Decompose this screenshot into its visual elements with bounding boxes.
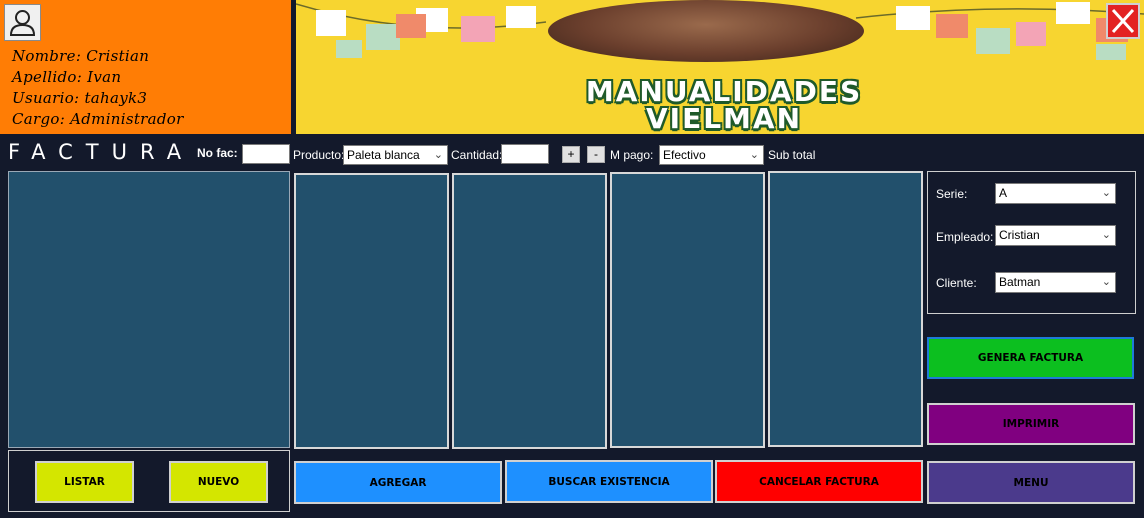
user-usuario: Usuario: tahayk3 [12, 89, 148, 107]
mpago-label: M pago: [610, 148, 654, 162]
list-actions-panel: LISTAR NUEVO [8, 450, 290, 512]
producto-select-value: Paleta blanca [347, 148, 420, 162]
user-cargo: Cargo: Administrador [12, 110, 184, 128]
empleado-select-value: Cristian [999, 228, 1040, 242]
close-button[interactable] [1106, 3, 1140, 39]
cliente-select-value: Batman [999, 275, 1041, 289]
imprimir-button[interactable]: IMPRIMIR [927, 403, 1135, 445]
cliente-select[interactable]: Batman ⌄ [995, 272, 1116, 293]
banner-title-line2: VIELMAN [645, 102, 803, 134]
store-banner: MANUALIDADES VIELMAN [296, 0, 1144, 134]
cantidad-input[interactable] [501, 144, 549, 164]
nuevo-button[interactable]: NUEVO [169, 461, 268, 503]
chevron-down-icon: ⌄ [433, 149, 443, 161]
cantidad-label: Cantidad: [451, 148, 503, 162]
producto-select[interactable]: Paleta blanca ⌄ [343, 145, 448, 165]
quantity-list[interactable] [452, 173, 607, 449]
decrement-button[interactable]: - [587, 146, 605, 163]
mpago-select-value: Efectivo [663, 148, 706, 162]
agregar-button[interactable]: AGREGAR [294, 461, 502, 504]
banner-title: MANUALIDADES VIELMAN [496, 75, 952, 134]
close-icon [1111, 8, 1135, 34]
user-avatar-button[interactable] [4, 4, 41, 41]
menu-button[interactable]: MENU [927, 461, 1135, 504]
empleado-select[interactable]: Cristian ⌄ [995, 225, 1116, 246]
nofac-input[interactable] [242, 144, 290, 164]
producto-label: Producto: [293, 148, 345, 162]
product-list[interactable] [294, 173, 449, 449]
genera-factura-button[interactable]: GENERA FACTURA [927, 337, 1134, 379]
subtotal-list[interactable] [768, 171, 923, 447]
invoice-details-panel: Serie: A ⌄ Empleado: Cristian ⌄ Cliente:… [927, 171, 1136, 314]
user-apellido: Apellido: Ivan [12, 68, 122, 86]
listar-button[interactable]: LISTAR [35, 461, 134, 503]
cancelar-factura-button[interactable]: CANCELAR FACTURA [715, 460, 923, 503]
empleado-label: Empleado: [936, 230, 994, 244]
user-info-panel: Nombre: Cristian Apellido: Ivan Usuario:… [0, 0, 291, 134]
user-icon [9, 10, 36, 36]
mpago-select[interactable]: Efectivo ⌄ [659, 145, 764, 165]
buscar-existencia-button[interactable]: BUSCAR EXISTENCIA [505, 460, 713, 503]
invoice-list[interactable] [8, 171, 290, 448]
cliente-label: Cliente: [936, 276, 977, 290]
factura-title: FACTURA [8, 140, 195, 164]
nofac-label: No fac: [197, 146, 238, 160]
chevron-down-icon: ⌄ [1101, 276, 1111, 288]
banner-logo-image [548, 0, 864, 62]
banner-title-line1: MANUALIDADES [585, 75, 863, 108]
chevron-down-icon: ⌄ [1101, 229, 1111, 241]
chevron-down-icon: ⌄ [1101, 187, 1111, 199]
user-nombre: Nombre: Cristian [12, 47, 150, 65]
chevron-down-icon: ⌄ [749, 149, 759, 161]
serie-select-value: A [999, 186, 1008, 200]
subtotal-label: Sub total [768, 148, 816, 162]
payment-list[interactable] [610, 172, 765, 448]
serie-label: Serie: [936, 187, 968, 201]
increment-button[interactable]: + [562, 146, 580, 163]
serie-select[interactable]: A ⌄ [995, 183, 1116, 204]
